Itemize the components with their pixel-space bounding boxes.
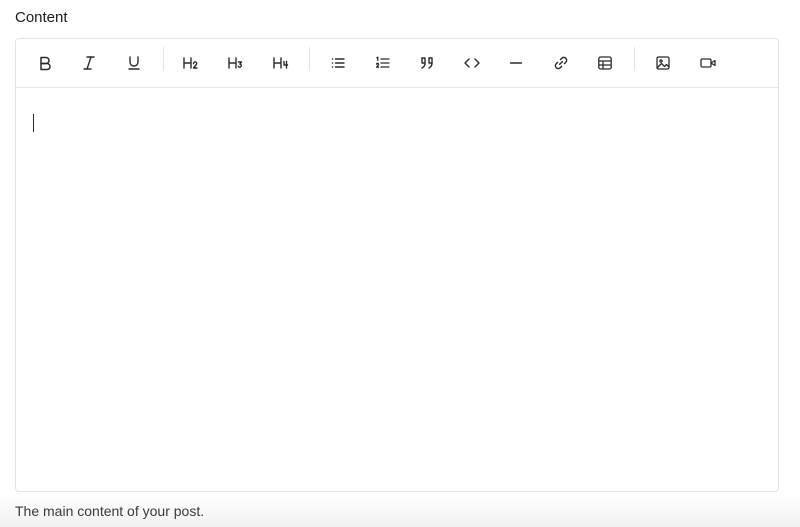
image-button[interactable] [648,49,678,77]
blockquote-button[interactable] [412,49,442,77]
video-button[interactable] [693,49,723,77]
link-icon [553,55,569,71]
content-helper-text: The main content of your post. [15,503,205,519]
bullet-list-icon [330,55,346,71]
bold-icon [37,55,53,71]
italic-icon [81,55,97,71]
heading-4-button[interactable] [266,49,296,77]
link-button[interactable] [546,49,576,77]
numbered-list-icon [375,55,391,71]
editor-content-area[interactable] [16,88,778,491]
heading-2-icon [182,55,200,71]
horizontal-rule-icon [508,55,524,71]
toolbar-separator [163,47,164,71]
code-button[interactable] [457,49,487,77]
table-button[interactable] [590,49,620,77]
content-field-container: Content The main content of your post. [0,0,800,527]
italic-button[interactable] [74,49,104,77]
heading-2-button[interactable] [176,49,206,77]
text-cursor [33,114,34,132]
toolbar-separator [634,47,635,71]
numbered-list-button[interactable] [368,49,398,77]
video-icon [699,55,717,71]
content-label: Content [15,9,68,26]
heading-3-icon [227,55,245,71]
heading-4-icon [272,55,290,71]
underline-button[interactable] [119,49,149,77]
quote-icon [419,55,435,71]
code-icon [463,55,481,71]
table-icon [597,55,613,71]
underline-icon [126,55,142,71]
bold-button[interactable] [30,49,60,77]
bullet-list-button[interactable] [323,49,353,77]
horizontal-rule-button[interactable] [501,49,531,77]
toolbar-separator [309,47,310,71]
rich-text-editor [15,38,779,492]
image-icon [655,55,671,71]
editor-toolbar [16,39,778,88]
heading-3-button[interactable] [221,49,251,77]
